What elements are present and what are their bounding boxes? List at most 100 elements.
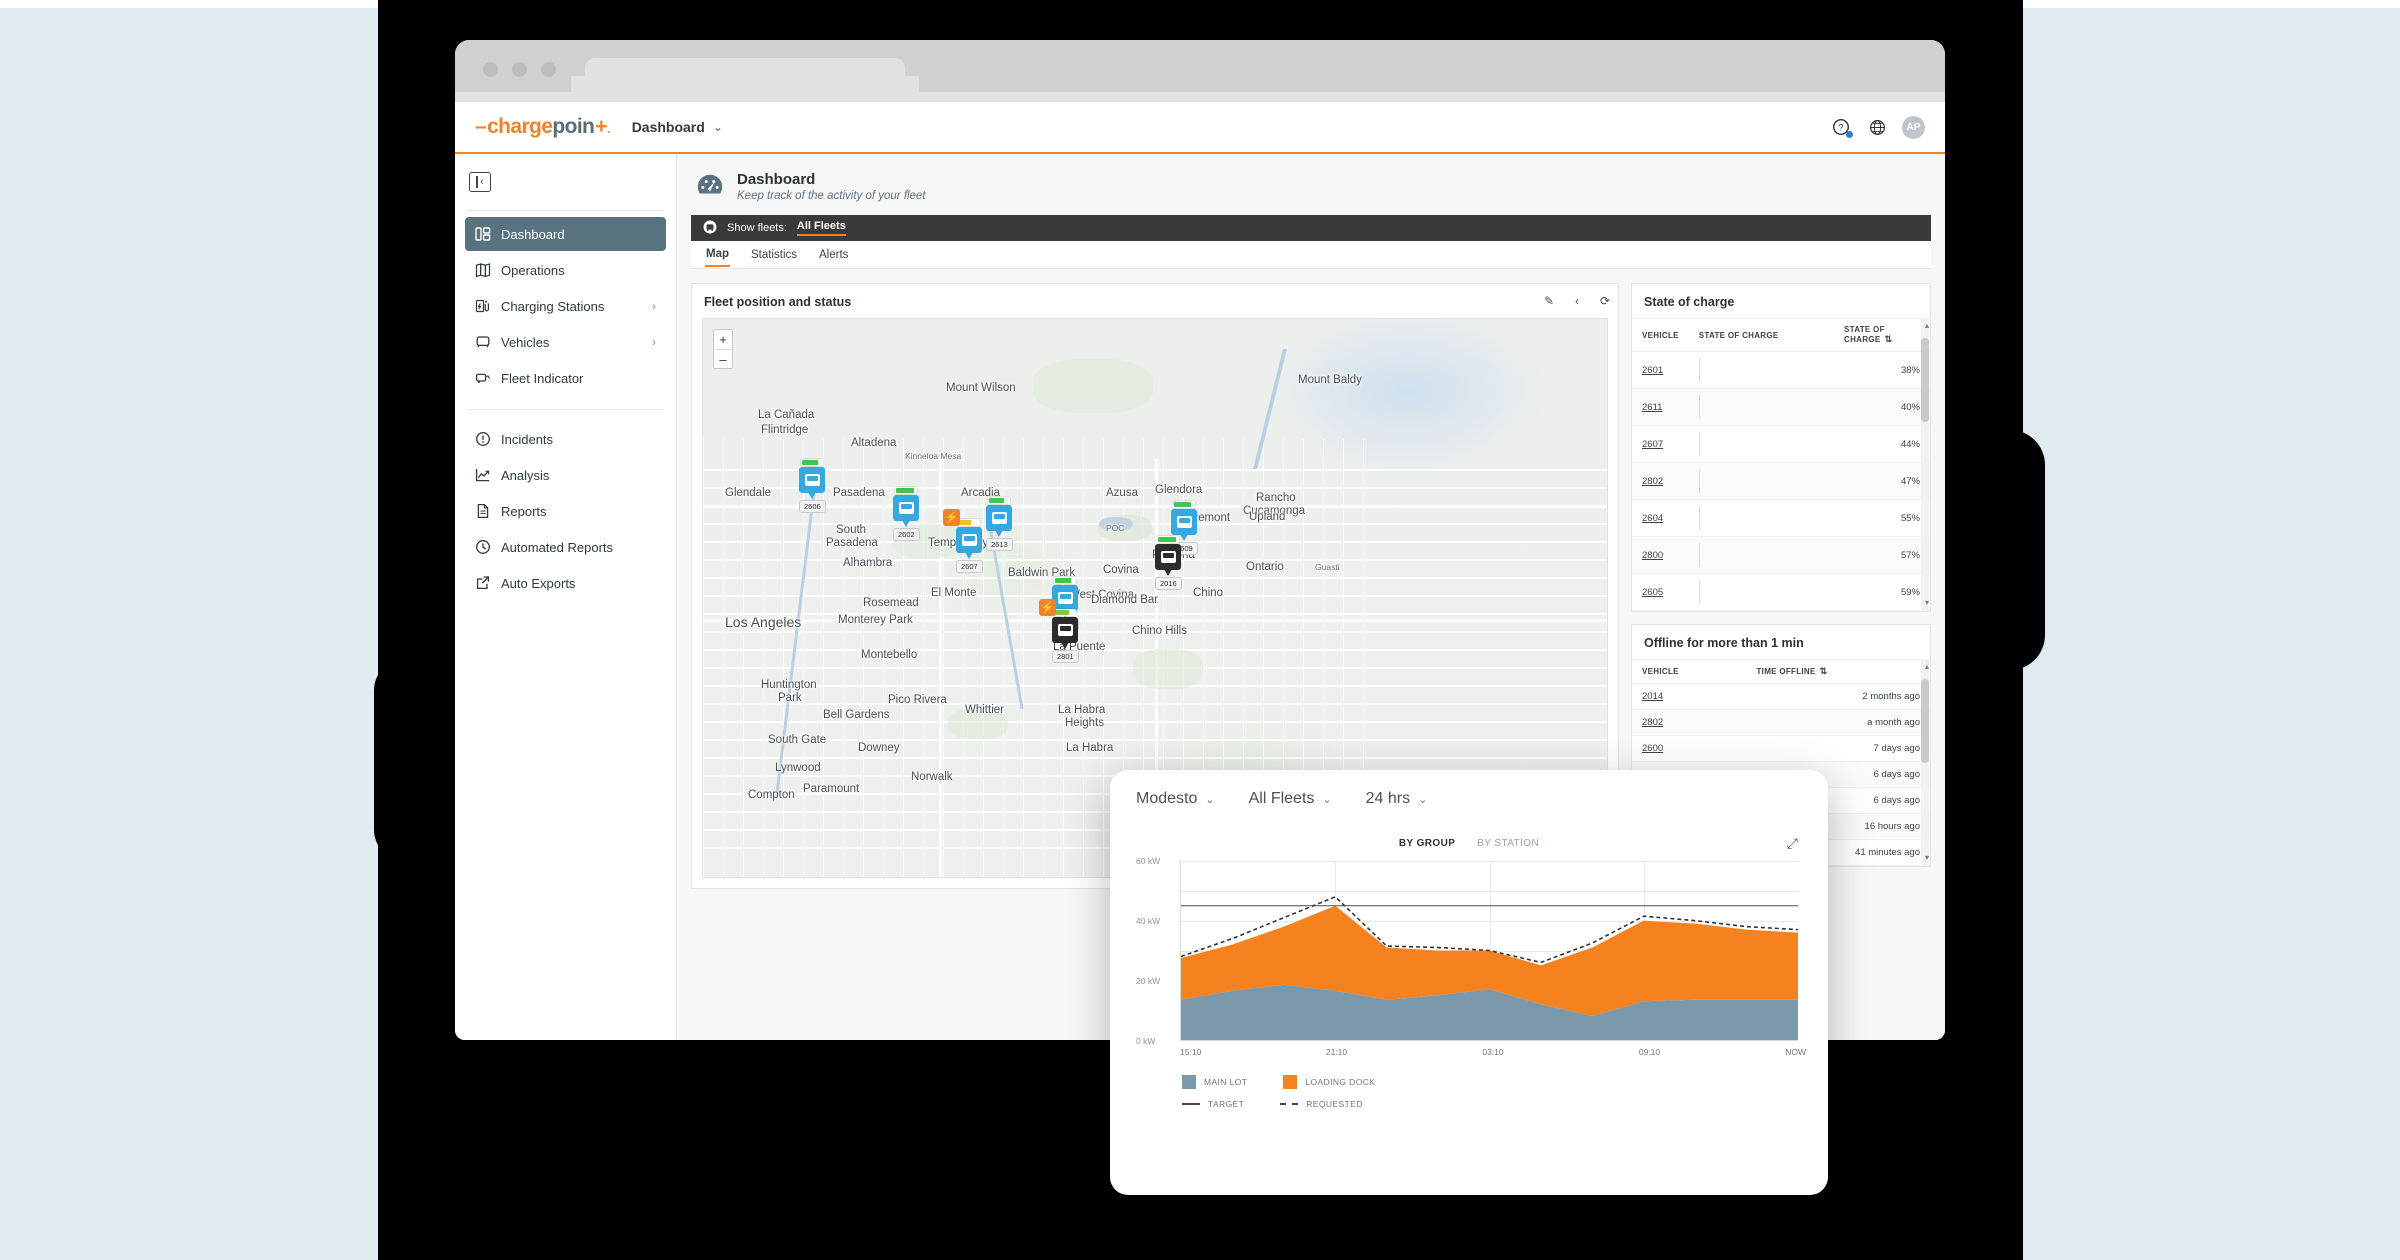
vehicle-link[interactable]: 2607 <box>1642 439 1663 450</box>
window-controls[interactable] <box>483 62 556 77</box>
tab-by-station[interactable]: BY STATION <box>1477 838 1539 849</box>
help-icon[interactable]: ? <box>1830 116 1852 138</box>
zoom-out-button[interactable]: – <box>714 349 732 368</box>
refresh-icon[interactable]: ⟳ <box>1592 290 1618 312</box>
col-state-of-charge-pct[interactable]: STATE OF CHARGE⇅ <box>1834 319 1930 352</box>
chevron-right-icon[interactable]: › <box>652 299 656 313</box>
table-row[interactable]: 260455% <box>1632 500 1930 537</box>
state-of-charge-scroll[interactable]: VEHICLE STATE OF CHARGE STATE OF CHARGE⇅… <box>1632 318 1930 611</box>
col-state-of-charge-bar[interactable]: STATE OF CHARGE <box>1689 319 1834 352</box>
chart-legend-lines: TARGET REQUESTED <box>1136 1099 1802 1109</box>
chevron-down-icon[interactable]: ⌄ <box>713 120 723 134</box>
col-vehicle[interactable]: VEHICLE <box>1632 319 1689 352</box>
timerange-filter[interactable]: 24 hrs⌄ <box>1366 790 1428 808</box>
vehicle-link[interactable]: 2802 <box>1642 476 1663 487</box>
collapse-sidebar-button[interactable]: ‹ <box>469 172 491 192</box>
table-row[interactable]: 280247% <box>1632 463 1930 500</box>
vehicle-pin[interactable] <box>893 495 919 521</box>
col-time-offline[interactable]: TIME OFFLINE⇅ <box>1746 660 1930 684</box>
tab-by-group[interactable]: BY GROUP <box>1399 838 1455 849</box>
vehicle-id-tag[interactable]: 2602 <box>893 528 920 541</box>
avatar[interactable]: AP <box>1902 116 1925 139</box>
vehicle-link[interactable]: 2014 <box>1642 691 1663 702</box>
chevron-right-icon[interactable]: › <box>652 335 656 349</box>
vehicle-link[interactable]: 2604 <box>1642 513 1663 524</box>
collapse-left-icon[interactable]: ‹ <box>1564 290 1590 312</box>
fleet-filter[interactable]: All Fleets⌄ <box>1249 790 1332 808</box>
vehicle-marker[interactable]: 2613 <box>986 497 1012 551</box>
fleet-selected-chip[interactable]: All Fleets <box>797 220 846 236</box>
tab-map[interactable]: Map <box>705 243 730 267</box>
vehicle-id-tag[interactable]: 2607 <box>956 560 983 573</box>
vehicle-marker[interactable]: 2606 <box>799 459 825 513</box>
vehicle-marker[interactable]: ⚡2801 <box>1052 609 1078 663</box>
sidebar-item-auto-exports[interactable]: Auto Exports <box>465 566 666 600</box>
app-header: –chargepoin+. Dashboard ⌄ ? AP <box>455 102 1945 154</box>
table-row[interactable]: 26007 days ago <box>1632 736 1930 762</box>
legend-item-main-lot[interactable]: MAIN LOT <box>1182 1075 1247 1089</box>
legend-item-target[interactable]: TARGET <box>1182 1099 1244 1109</box>
legend-item-loading-dock[interactable]: LOADING DOCK <box>1283 1075 1375 1089</box>
vehicle-pin[interactable] <box>1171 509 1197 535</box>
speedometer-icon <box>695 170 725 205</box>
sidebar-item-label: Operations <box>501 263 565 278</box>
charge-pct: 38% <box>1834 352 1930 389</box>
sidebar-item-charging-stations[interactable]: Charging Stations › <box>465 289 666 323</box>
scroll-down-caret-icon[interactable]: ▾ <box>1925 853 1929 862</box>
chargepoint-logo[interactable]: –chargepoin+. <box>475 115 610 139</box>
vehicle-link[interactable]: 2605 <box>1642 587 1663 598</box>
vehicle-pin[interactable] <box>1155 544 1181 570</box>
vehicle-marker[interactable]: ⚡2607 <box>956 519 982 573</box>
vehicle-pin[interactable] <box>1052 617 1078 643</box>
zoom-in-button[interactable]: + <box>714 330 732 349</box>
soc-scrollbar-thumb[interactable] <box>1921 338 1929 422</box>
vehicle-marker[interactable]: 2016 <box>1155 536 1181 590</box>
vehicle-pin[interactable] <box>799 467 825 493</box>
scroll-up-caret-icon[interactable]: ▴ <box>1925 662 1929 671</box>
scroll-up-caret-icon[interactable]: ▴ <box>1925 321 1929 330</box>
sidebar-item-reports[interactable]: Reports <box>465 494 666 528</box>
table-row[interactable]: 280057% <box>1632 537 1930 574</box>
sidebar-item-label: Fleet Indicator <box>501 371 583 386</box>
site-filter[interactable]: Modesto⌄ <box>1136 790 1215 808</box>
expand-icon[interactable]: ⤢ <box>1787 835 1798 852</box>
sidebar-item-fleet-indicator[interactable]: Fleet Indicator <box>465 361 666 395</box>
tab-statistics[interactable]: Statistics <box>750 244 798 266</box>
vehicle-pin[interactable] <box>956 527 982 553</box>
vehicle-link[interactable]: 2802 <box>1642 717 1663 728</box>
map-place-label: Compton <box>748 789 795 801</box>
vehicle-link[interactable]: 2600 <box>1642 743 1663 754</box>
sidebar-item-automated-reports[interactable]: Automated Reports <box>465 530 666 564</box>
scroll-down-caret-icon[interactable]: ▾ <box>1925 598 1929 607</box>
battery-indicator <box>988 497 1010 504</box>
map-place-label: Lynwood <box>775 762 821 774</box>
vehicle-marker[interactable]: 2602 <box>893 487 919 541</box>
tab-alerts[interactable]: Alerts <box>818 244 849 266</box>
vehicle-id-tag[interactable]: 2606 <box>799 500 826 513</box>
sidebar-item-operations[interactable]: Operations <box>465 253 666 287</box>
sidebar-item-dashboard[interactable]: Dashboard <box>465 217 666 251</box>
table-row[interactable]: 260744% <box>1632 426 1930 463</box>
table-row[interactable]: 20142 months ago <box>1632 684 1930 710</box>
col-vehicle[interactable]: VEHICLE <box>1632 660 1746 684</box>
table-row[interactable]: 2802a month ago <box>1632 710 1930 736</box>
table-row[interactable]: 2601 38% <box>1632 352 1930 389</box>
vehicle-id-tag[interactable]: 2613 <box>986 538 1013 551</box>
vehicle-link[interactable]: 2800 <box>1642 550 1663 561</box>
vehicle-id-tag[interactable]: 2801 <box>1052 650 1079 663</box>
sidebar-item-analysis[interactable]: Analysis <box>465 458 666 492</box>
vehicle-link[interactable]: 2601 <box>1642 365 1663 376</box>
legend-item-requested[interactable]: REQUESTED <box>1280 1099 1363 1109</box>
chart-plot-area[interactable] <box>1180 861 1798 1041</box>
vehicle-pin[interactable] <box>986 505 1012 531</box>
table-row[interactable]: 260559% <box>1632 574 1930 611</box>
vehicle-link[interactable]: 2611 <box>1642 402 1662 413</box>
globe-icon[interactable] <box>1866 116 1888 138</box>
sidebar-item-incidents[interactable]: Incidents <box>465 422 666 456</box>
table-row[interactable]: 261140% <box>1632 389 1930 426</box>
measure-icon[interactable]: ✎ <box>1536 290 1562 312</box>
vehicle-id-tag[interactable]: 2016 <box>1155 577 1182 590</box>
offline-scrollbar-thumb[interactable] <box>1921 679 1929 763</box>
sidebar-item-vehicles[interactable]: Vehicles › <box>465 325 666 359</box>
decorative-black-nub-left <box>374 660 434 860</box>
